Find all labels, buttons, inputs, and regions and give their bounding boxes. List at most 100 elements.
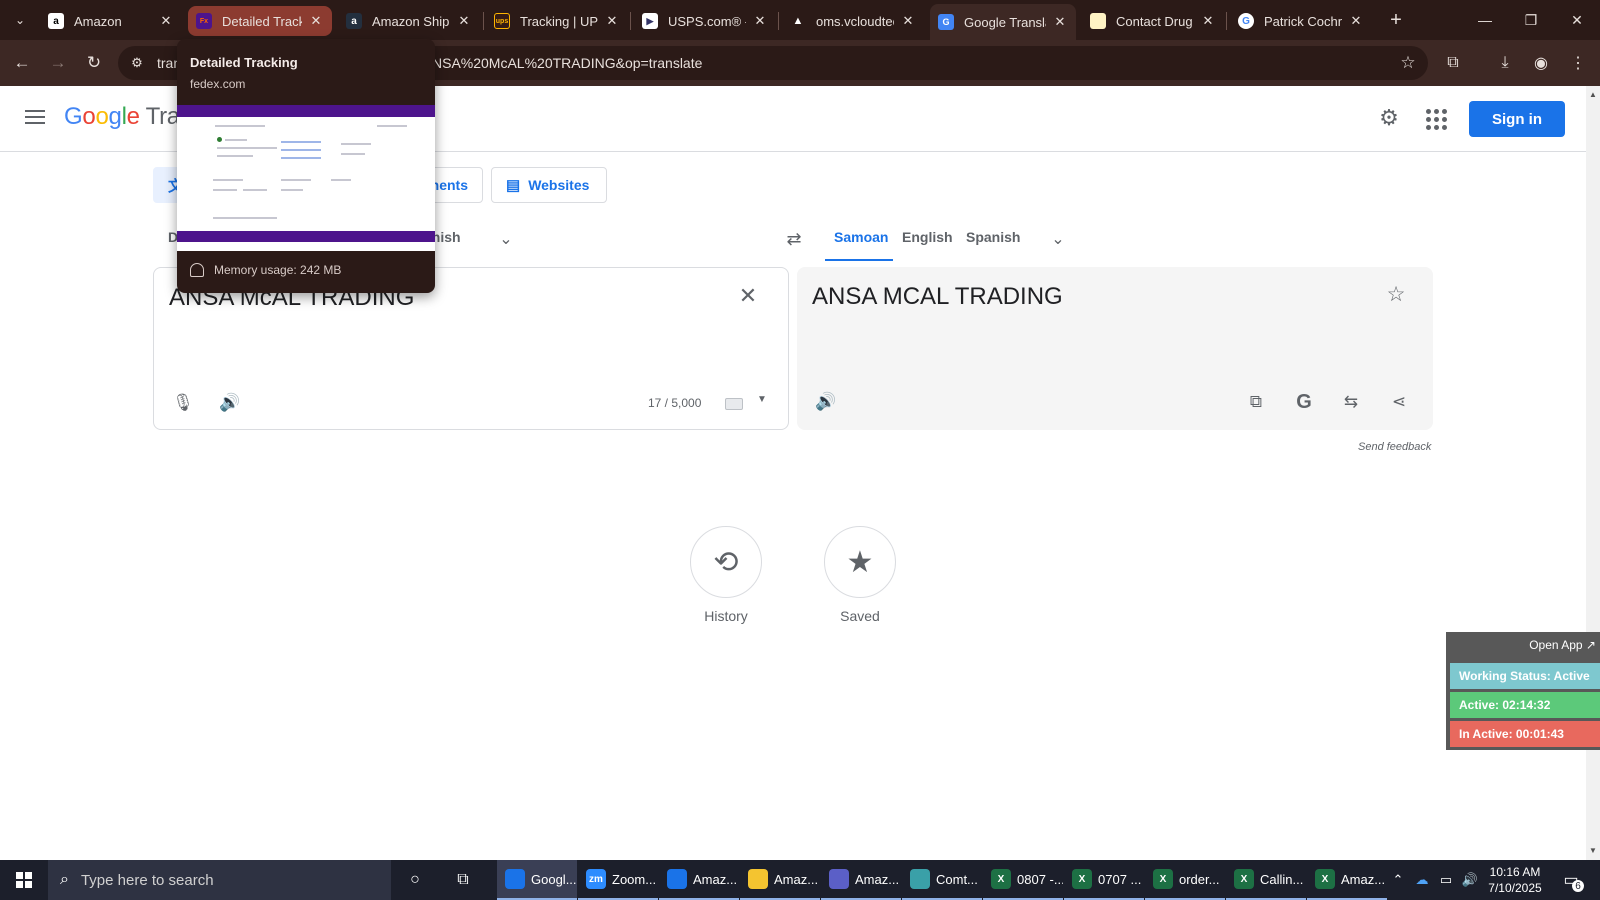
- documents-label: nents: [430, 177, 468, 193]
- sign-in-button[interactable]: Sign in: [1469, 101, 1565, 137]
- site-info-icon[interactable]: ⚙: [122, 48, 152, 78]
- saved-button[interactable]: ★: [824, 526, 896, 598]
- taskbar-clock[interactable]: 10:16 AM 7/10/2025: [1483, 864, 1547, 896]
- websites-mode-button[interactable]: ▤ Websites: [491, 167, 607, 203]
- history-button[interactable]: ⟲: [690, 526, 762, 598]
- target-lang-spanish[interactable]: Spanish: [966, 229, 1020, 245]
- notification-center-icon[interactable]: ▭ 6: [1558, 868, 1584, 892]
- tab-patrick-cochran[interactable]: G Patrick Cochran ✕: [1230, 6, 1372, 36]
- start-button[interactable]: [0, 860, 48, 900]
- download-icon[interactable]: ⤓: [1493, 51, 1517, 75]
- scroll-down-icon[interactable]: ▼: [1589, 846, 1597, 855]
- open-app-link[interactable]: Open App ↗: [1529, 638, 1596, 652]
- tab-search-button[interactable]: ⌄: [8, 8, 32, 32]
- taskbar-app[interactable]: zm Zoom...: [578, 860, 658, 900]
- target-lang-samoan[interactable]: Samoan: [834, 229, 888, 245]
- taskbar-search[interactable]: ⌕ Type here to search: [48, 860, 391, 900]
- activity-tracker-widget: Open App ↗ Working Status: Active Active…: [1446, 632, 1600, 750]
- tab-title: Amazon Shipping: [372, 13, 450, 29]
- restore-button[interactable]: ❐: [1508, 0, 1554, 40]
- rate-translation-icon[interactable]: ⇆: [1338, 389, 1364, 415]
- taskbar-app[interactable]: Xorder...: [1145, 860, 1225, 900]
- taskbar-app[interactable]: Amaz...: [740, 860, 820, 900]
- tray-chevron-up-icon[interactable]: ⌃: [1388, 870, 1408, 890]
- close-icon[interactable]: ✕: [1200, 13, 1216, 29]
- thumbnail-line: [281, 189, 303, 191]
- star-icon: ★: [846, 545, 874, 579]
- tab-title: Detailed Tracking: [222, 13, 302, 29]
- tab-google-translate[interactable]: G Google Translate ✕: [930, 4, 1076, 40]
- network-icon[interactable]: ▭: [1436, 870, 1456, 890]
- close-icon[interactable]: ✕: [1348, 13, 1364, 29]
- tab-amazon-shipping[interactable]: a Amazon Shipping ✕: [338, 6, 480, 36]
- taskbar-app[interactable]: X 0807 -...: [983, 860, 1063, 900]
- close-icon[interactable]: ✕: [456, 13, 472, 29]
- taskbar-app[interactable]: X Amaz...: [1307, 860, 1387, 900]
- save-translation-star-icon[interactable]: ☆: [1383, 281, 1409, 307]
- close-icon[interactable]: ✕: [158, 13, 174, 29]
- send-feedback-link[interactable]: Send feedback: [1358, 441, 1431, 453]
- bookmark-star-icon[interactable]: ☆: [1396, 51, 1420, 75]
- settings-gear-icon[interactable]: ⚙: [1376, 105, 1402, 131]
- target-lang-english[interactable]: English: [902, 229, 953, 245]
- listen-translation-icon[interactable]: 🔊: [813, 389, 839, 415]
- new-tab-button[interactable]: +: [1385, 9, 1407, 31]
- source-lang-chevron-down-icon[interactable]: ⌄: [496, 229, 516, 249]
- taskbar-app[interactable]: X 0707 ...: [1064, 860, 1144, 900]
- url-text-end: NSA%20McAL%20TRADING&op=translate: [432, 55, 703, 71]
- google-search-icon[interactable]: G: [1291, 389, 1317, 415]
- taskbar-app[interactable]: Amaz...: [659, 860, 739, 900]
- logo-letter: g: [108, 103, 122, 130]
- history-icon: ⟲: [713, 545, 739, 579]
- keyboard-icon[interactable]: [725, 398, 743, 410]
- tab-contact-drug-info[interactable]: Contact Drug Info ✕: [1082, 6, 1224, 36]
- close-icon[interactable]: ✕: [308, 13, 324, 29]
- close-icon[interactable]: ✕: [752, 13, 768, 29]
- close-icon[interactable]: ✕: [604, 13, 620, 29]
- gauge-icon: [190, 263, 204, 277]
- microphone-icon[interactable]: 🎙: [170, 390, 196, 416]
- keyboard-dropdown-icon[interactable]: ▼: [757, 394, 767, 405]
- google-translate-logo[interactable]: Google Tran: [64, 103, 193, 131]
- volume-icon[interactable]: 🔊: [1460, 870, 1480, 890]
- task-view-icon[interactable]: ⧉: [451, 868, 475, 892]
- back-button[interactable]: ←: [10, 51, 34, 75]
- taskbar-app[interactable]: X Callin...: [1226, 860, 1306, 900]
- minimize-button[interactable]: —: [1462, 0, 1508, 40]
- menu-kebab-icon[interactable]: ⋮: [1566, 51, 1590, 75]
- target-lang-chevron-down-icon[interactable]: ⌄: [1048, 229, 1068, 249]
- teams-icon: [829, 869, 849, 889]
- scroll-up-icon[interactable]: ▲: [1589, 90, 1597, 99]
- forward-button[interactable]: →: [46, 51, 70, 75]
- taskbar-app[interactable]: Googl...: [497, 860, 577, 900]
- working-status-row: Working Status: Active: [1450, 663, 1600, 689]
- google-apps-icon[interactable]: [1424, 107, 1447, 130]
- extensions-icon[interactable]: ⧉: [1441, 51, 1465, 75]
- onedrive-icon[interactable]: ☁: [1412, 870, 1432, 890]
- triangle-icon: ▲: [792, 15, 804, 27]
- taskbar-app-label: Amaz...: [693, 871, 738, 887]
- copy-translation-icon[interactable]: ⧉: [1243, 389, 1269, 415]
- main-menu-icon[interactable]: [23, 105, 47, 129]
- listen-source-icon[interactable]: 🔊: [217, 390, 243, 416]
- close-icon[interactable]: ✕: [1052, 14, 1068, 30]
- taskbar-app[interactable]: Amaz...: [821, 860, 901, 900]
- taskbar-app-label: Amaz...: [1341, 871, 1386, 887]
- window-close-button[interactable]: ✕: [1554, 0, 1600, 40]
- tab-usps[interactable]: ▶ USPS.com® - USPS ✕: [634, 6, 776, 36]
- tab-title: Contact Drug Info: [1116, 13, 1194, 29]
- clear-source-icon[interactable]: ✕: [734, 282, 762, 310]
- tab-ups[interactable]: ups Tracking | UPS ✕: [486, 6, 628, 36]
- reload-button[interactable]: ↻: [82, 51, 106, 75]
- close-icon[interactable]: ✕: [900, 13, 916, 29]
- cortana-icon[interactable]: ○: [403, 868, 427, 892]
- tab-detailed-tracking[interactable]: Fx Detailed Tracking ✕: [188, 6, 332, 36]
- profile-icon[interactable]: ◉: [1529, 51, 1553, 75]
- tab-amazon[interactable]: a Amazon ✕: [40, 6, 182, 36]
- thumbnail-line: [281, 141, 321, 143]
- tab-oms[interactable]: ▲ oms.vcloudtech ✕: [782, 6, 924, 36]
- share-icon[interactable]: ⋖: [1386, 389, 1412, 415]
- taskbar-app-label: order...: [1179, 871, 1220, 887]
- taskbar-app[interactable]: Comt...: [902, 860, 982, 900]
- swap-languages-icon[interactable]: ⇄: [782, 227, 806, 251]
